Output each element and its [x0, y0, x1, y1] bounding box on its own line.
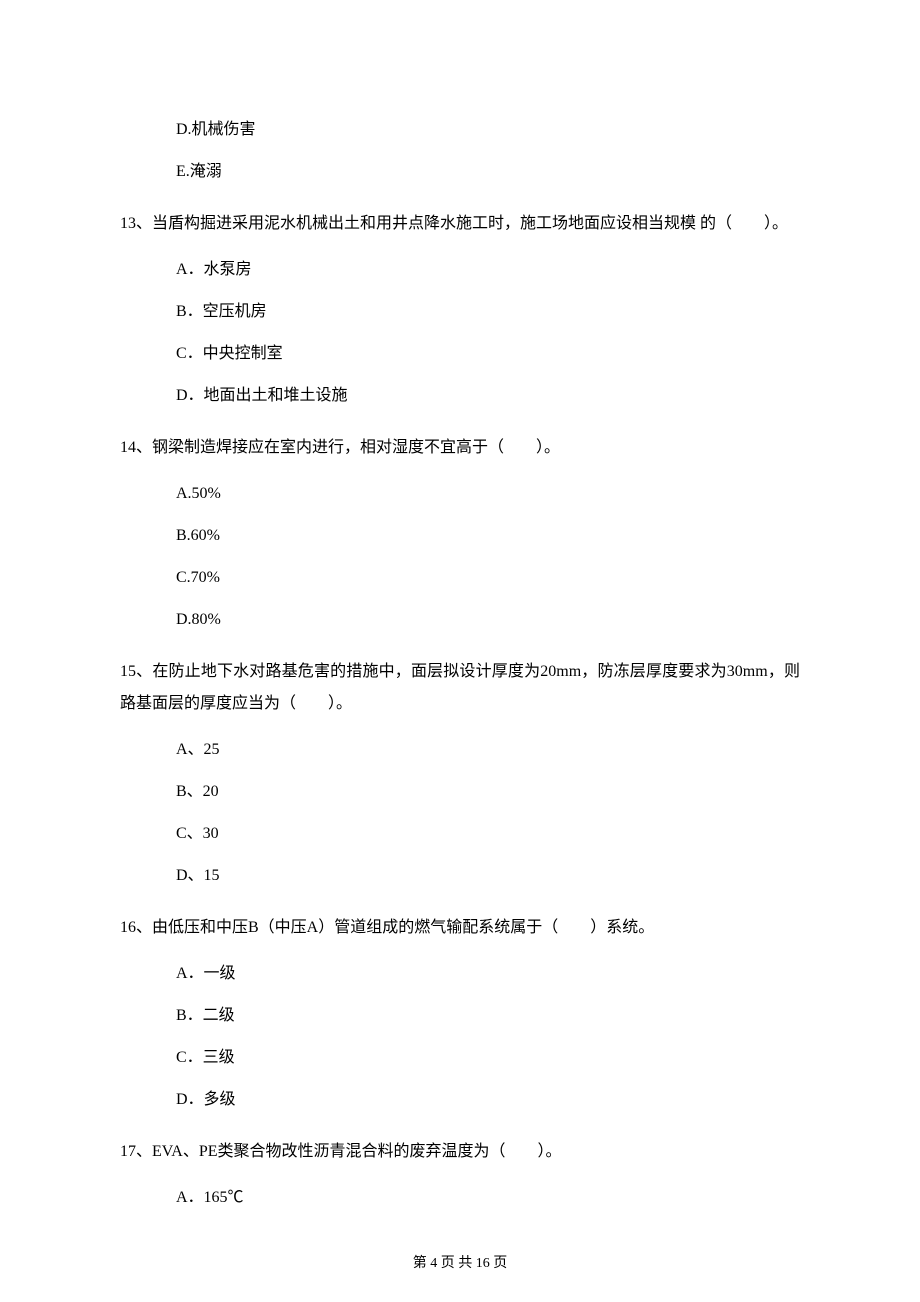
page-container: D.机械伤害 E.淹溺 13、当盾构掘进采用泥水机械出土和用井点降水施工时，施工… [0, 0, 920, 1302]
q13-option-b: B．空压机房 [120, 300, 800, 324]
prev-option-d: D.机械伤害 [120, 118, 800, 142]
q16-option-b: B．二级 [120, 1004, 800, 1028]
q15-option-a: A、25 [120, 738, 800, 762]
q13-option-d: D．地面出土和堆土设施 [120, 384, 800, 408]
q14-option-c: C.70% [120, 566, 800, 590]
q13-option-a: A．水泵房 [120, 258, 800, 282]
q13-option-c: C．中央控制室 [120, 342, 800, 366]
q15-option-d: D、15 [120, 864, 800, 888]
q16-option-a: A．一级 [120, 962, 800, 986]
q15-option-b: B、20 [120, 780, 800, 804]
q14-option-b: B.60% [120, 524, 800, 548]
q15-option-c: C、30 [120, 822, 800, 846]
q16-option-d: D．多级 [120, 1088, 800, 1112]
q14-option-a: A.50% [120, 482, 800, 506]
q14-option-d: D.80% [120, 608, 800, 632]
question-15: 15、在防止地下水对路基危害的措施中，面层拟设计厚度为20mm，防冻层厚度要求为… [120, 656, 800, 720]
question-14: 14、钢梁制造焊接应在室内进行，相对湿度不宜高于（ ）。 [120, 432, 800, 464]
question-16: 16、由低压和中压B（中压A）管道组成的燃气输配系统属于（ ）系统。 [120, 912, 800, 944]
page-footer: 第 4 页 共 16 页 [0, 1253, 920, 1274]
q16-option-c: C．三级 [120, 1046, 800, 1070]
question-13: 13、当盾构掘进采用泥水机械出土和用井点降水施工时，施工场地面应设相当规模 的（… [120, 208, 800, 240]
question-17: 17、EVA、PE类聚合物改性沥青混合料的废弃温度为（ ）。 [120, 1136, 800, 1168]
prev-option-e: E.淹溺 [120, 160, 800, 184]
q17-option-a: A．165℃ [120, 1186, 800, 1210]
